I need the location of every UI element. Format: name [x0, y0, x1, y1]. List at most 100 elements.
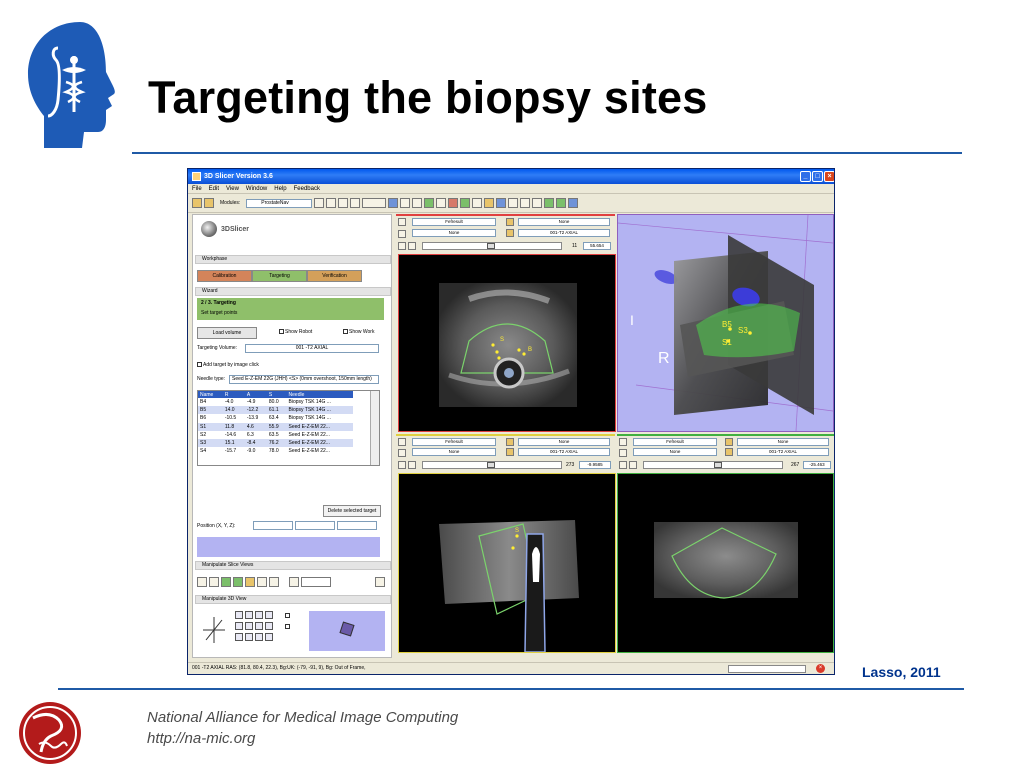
- wizard-header[interactable]: Wizard: [195, 287, 391, 296]
- delete-target-button[interactable]: Delete selected target: [323, 505, 381, 517]
- green-label-select[interactable]: None: [737, 438, 829, 446]
- green-slice-view[interactable]: [617, 473, 834, 653]
- calibration-button[interactable]: Calibration: [197, 270, 252, 282]
- red-link-icon[interactable]: [398, 230, 406, 238]
- yellow-pin-icon[interactable]: [398, 438, 406, 446]
- needle-type-select[interactable]: Seed E-Z-EM 22G (JHH) <S> (0mm overshoot…: [229, 375, 379, 384]
- place-mode-icon[interactable]: [556, 198, 567, 208]
- yellow-offset-field[interactable]: -9.9585: [579, 461, 611, 469]
- error-log-icon[interactable]: ×: [816, 664, 825, 673]
- yellow-slice-view[interactable]: S: [398, 473, 616, 653]
- red-eye-icon[interactable]: [408, 242, 416, 250]
- manipulate-3d-view-header[interactable]: Manipulate 3D View: [195, 595, 391, 604]
- yellow-label-select[interactable]: None: [518, 438, 610, 446]
- verification-button[interactable]: Verification: [307, 270, 362, 282]
- undo-icon[interactable]: [508, 198, 519, 208]
- editor-icon[interactable]: [448, 198, 459, 208]
- table-row[interactable]: B6 -10.5 -13.9 63.4 Biopsy TSK 14G ...: [198, 414, 353, 422]
- view-yaw-icon[interactable]: [235, 611, 243, 619]
- add-target-checkbox[interactable]: Add target by image click: [197, 362, 259, 368]
- redo-icon[interactable]: [520, 198, 531, 208]
- position-y-field[interactable]: [295, 521, 335, 530]
- module-search-field[interactable]: [362, 198, 387, 208]
- yellow-foreground-select[interactable]: Fefresult: [412, 438, 496, 446]
- load-scene-icon[interactable]: [192, 198, 202, 208]
- red-background-select[interactable]: None: [412, 229, 496, 237]
- green-foreground-select[interactable]: Fefresult: [633, 438, 717, 446]
- targeting-button[interactable]: Targeting: [252, 270, 307, 282]
- targeting-volume-select[interactable]: 001 -T2 AXIAL: [245, 344, 379, 353]
- view-right-icon[interactable]: [245, 622, 253, 630]
- workphase-header[interactable]: Workphase: [195, 255, 391, 264]
- table-row[interactable]: S1 11.8 4.6 55.9 Seed E-Z-EM 22...: [198, 422, 353, 431]
- slice-reset-icon[interactable]: [209, 577, 219, 587]
- yellow-eye-icon[interactable]: [408, 461, 416, 469]
- position-z-field[interactable]: [337, 521, 377, 530]
- menu-edit[interactable]: Edit: [209, 186, 219, 192]
- data-icon[interactable]: [412, 198, 423, 208]
- table-row[interactable]: B5 14.0 -12.2 61.1 Biopsy TSK 14G ...: [198, 406, 353, 415]
- table-row[interactable]: S4 -15.7 -9.0 78.0 Seed E-Z-EM 22...: [198, 447, 353, 455]
- red-pin-icon[interactable]: [398, 218, 406, 226]
- yellow-slice-slider[interactable]: [422, 461, 562, 469]
- slice-link-icon[interactable]: [221, 577, 231, 587]
- menu-help[interactable]: Help: [274, 186, 286, 192]
- position-x-field[interactable]: [253, 521, 293, 530]
- view-inferior-icon[interactable]: [255, 633, 263, 641]
- table-row[interactable]: B4 -4.0 -4.9 80.0 Biopsy TSK 14G ...: [198, 398, 353, 406]
- slice-popup-icon[interactable]: [375, 577, 385, 587]
- yellow-slider-thumb[interactable]: [487, 462, 495, 468]
- green-bg-opacity-icon[interactable]: [725, 448, 733, 456]
- green-volume-select[interactable]: 001-T2 AXIAL: [737, 448, 829, 456]
- zoom-in-icon[interactable]: [265, 611, 273, 619]
- module-search-icon[interactable]: [350, 198, 361, 208]
- home-icon[interactable]: [400, 198, 411, 208]
- view-roll-icon[interactable]: [255, 611, 263, 619]
- manipulate-slice-views-header[interactable]: Manipulate Slice Views: [195, 561, 391, 570]
- menu-feedback[interactable]: Feedback: [294, 186, 320, 192]
- slice-cross-icon[interactable]: [257, 577, 267, 587]
- minimize-icon[interactable]: _: [800, 171, 811, 182]
- colors-icon[interactable]: [496, 198, 507, 208]
- green-eye-icon[interactable]: [629, 461, 637, 469]
- slice-fov-icon[interactable]: [197, 577, 207, 587]
- yellow-background-select[interactable]: None: [412, 448, 496, 456]
- green-pin-icon[interactable]: [619, 438, 627, 446]
- red-offset-field[interactable]: 55.654: [583, 242, 611, 250]
- module-prev-icon[interactable]: [326, 198, 337, 208]
- module-next-icon[interactable]: [338, 198, 349, 208]
- red-volume-select[interactable]: 001-T2 AXIAL: [518, 229, 610, 237]
- red-visibility-icon[interactable]: [398, 242, 406, 250]
- col-name[interactable]: Name: [198, 391, 223, 398]
- green-offset-field[interactable]: -25.463: [803, 461, 831, 469]
- slice-layout-icon[interactable]: [289, 577, 299, 587]
- show-robot-checkbox[interactable]: Show Robot: [279, 329, 312, 335]
- red-bg-opacity-icon[interactable]: [506, 229, 514, 237]
- red-target-point[interactable]: [522, 352, 526, 356]
- module-select[interactable]: ProstateNav: [246, 198, 313, 208]
- mouse-mode-icon[interactable]: [544, 198, 555, 208]
- table-row[interactable]: S2 -14.6 6.3 63.5 Seed E-Z-EM 22...: [198, 431, 353, 439]
- red-slice-view[interactable]: S B: [398, 254, 616, 432]
- slice-fit-icon[interactable]: [233, 577, 243, 587]
- view-pitch-icon[interactable]: [245, 611, 253, 619]
- col-r[interactable]: R: [222, 391, 245, 398]
- table-row[interactable]: S3 15.1 -8.4 76.2 Seed E-Z-EM 22...: [198, 438, 353, 448]
- red-target-point[interactable]: [517, 348, 521, 352]
- col-a[interactable]: A: [244, 391, 267, 398]
- col-needle[interactable]: Needle: [286, 391, 353, 398]
- 3d-navigation-thumbnail[interactable]: [309, 611, 385, 651]
- green-visibility-icon[interactable]: [619, 461, 627, 469]
- green-slider-thumb[interactable]: [714, 462, 722, 468]
- red-target-point[interactable]: [491, 343, 495, 347]
- green-slice-slider[interactable]: [643, 461, 783, 469]
- load-volume-button[interactable]: Load volume: [197, 327, 257, 339]
- slice-label-icon[interactable]: [245, 577, 255, 587]
- module-history-back-icon[interactable]: [314, 198, 325, 208]
- green-fg-opacity-icon[interactable]: [725, 438, 733, 446]
- maximize-icon[interactable]: □: [812, 171, 823, 182]
- red-slice-slider[interactable]: [422, 242, 562, 250]
- zoom-out-icon[interactable]: [265, 622, 273, 630]
- menu-window[interactable]: Window: [246, 186, 267, 192]
- red-slider-thumb[interactable]: [487, 243, 495, 249]
